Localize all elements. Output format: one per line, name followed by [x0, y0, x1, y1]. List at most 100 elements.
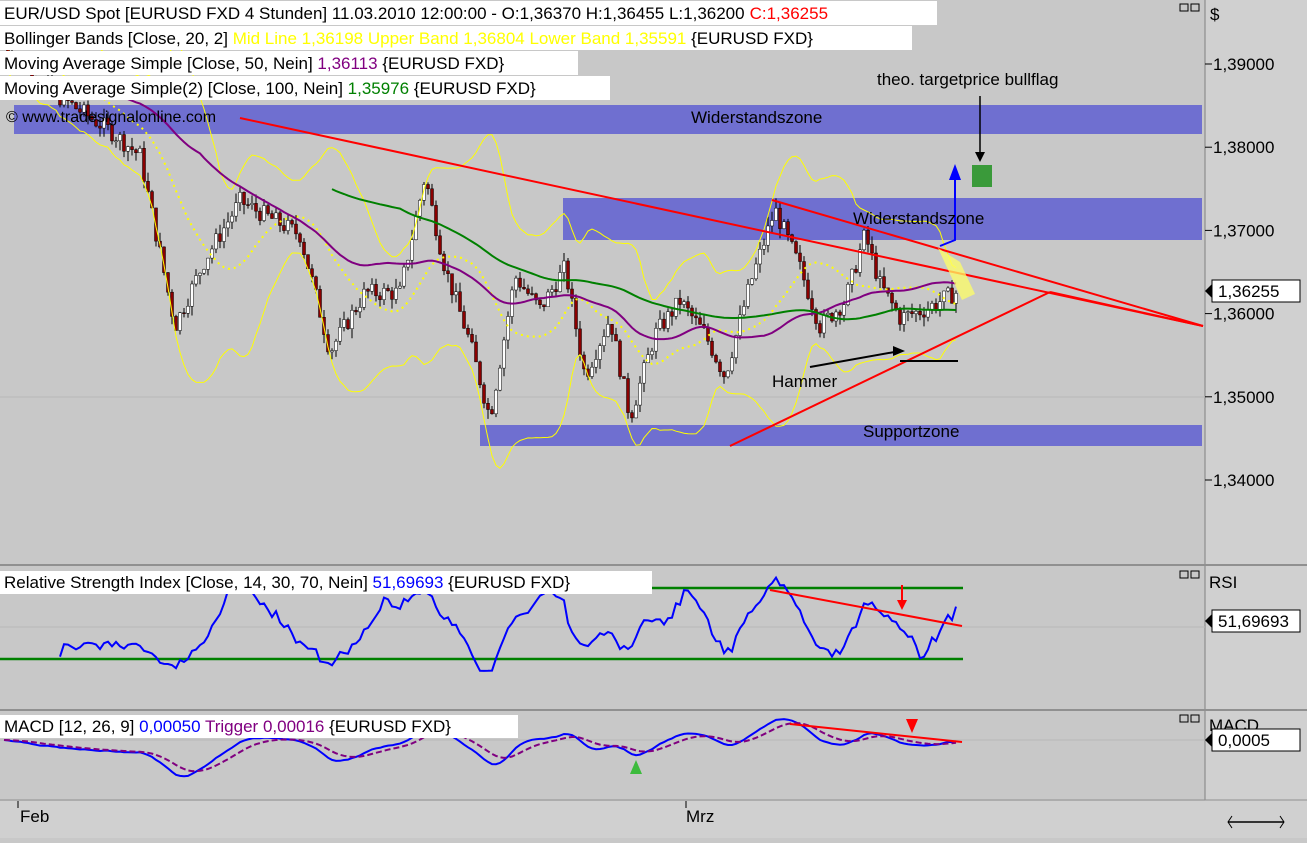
candle-body: [606, 324, 610, 337]
candle-body: [742, 306, 746, 316]
candle-body: [878, 276, 882, 279]
candle-body: [718, 361, 722, 372]
candle-body: [222, 227, 226, 242]
candle-body: [350, 310, 354, 329]
candle-body: [374, 284, 378, 297]
time-label-mrz: Mrz: [686, 807, 714, 826]
candle-body: [838, 311, 842, 316]
price-tick-label: 1,36000: [1213, 305, 1274, 324]
candle-body: [490, 409, 494, 415]
candle-body: [238, 192, 242, 203]
candle-body: [770, 220, 774, 227]
candle-body: [802, 261, 806, 281]
support-zone: [480, 425, 1202, 446]
candle-body: [142, 148, 146, 182]
last-price-text: 1,36255: [1218, 282, 1279, 301]
candle-body: [138, 148, 142, 154]
candle-body: [766, 225, 770, 246]
candle-body: [930, 303, 934, 310]
candle-body: [214, 233, 218, 250]
candle-body: [430, 188, 434, 206]
candle-body: [918, 310, 922, 316]
candle-body: [950, 287, 954, 304]
candle-body: [270, 213, 274, 219]
candle-body: [794, 241, 798, 254]
macd-trigger-value: 0,00016: [263, 717, 324, 736]
candle-body: [890, 292, 894, 304]
target-box: [972, 165, 992, 187]
candle-body: [130, 146, 134, 150]
candle-body: [898, 309, 902, 325]
candle-body: [658, 318, 662, 329]
candle-body: [938, 301, 942, 310]
macd-value-box-text: 0,0005: [1218, 731, 1270, 750]
candle-body: [614, 334, 618, 342]
candle-body: [474, 341, 478, 363]
candle-body: [394, 287, 398, 300]
candle-body: [530, 293, 534, 295]
candle-body: [378, 295, 382, 300]
candle-body: [666, 311, 670, 329]
candle-body: [518, 277, 522, 288]
candle-body: [462, 311, 466, 329]
time-axis-panel: [0, 801, 1307, 838]
candle-body: [774, 207, 778, 221]
candle-body: [362, 288, 366, 308]
chart-window: EUR/USD Spot [EURUSD FXD 4 Stunden] 11.0…: [0, 0, 1307, 838]
price-axis-panel: [1205, 0, 1307, 838]
rsi-suffix: {EURUSD FXD}: [443, 573, 570, 592]
candle-body: [110, 124, 114, 142]
copyright-text: © www.tradesignalonline.com: [6, 109, 216, 126]
candle-body: [866, 229, 870, 245]
candle-body: [454, 291, 458, 296]
candle-body: [682, 301, 686, 305]
rsi-value-box-text: 51,69693: [1218, 612, 1289, 631]
candle-body: [730, 357, 734, 372]
candle-body: [342, 319, 346, 328]
rsi-axis-label: RSI: [1209, 573, 1237, 592]
resistance-mid-label: Widerstandszone: [853, 209, 984, 228]
candle-body: [286, 220, 290, 231]
candle-body: [826, 313, 830, 315]
candle-body: [778, 207, 782, 229]
candle-body: [854, 268, 858, 273]
candle-body: [734, 335, 738, 359]
candle-body: [498, 367, 502, 391]
candle-body: [602, 336, 606, 346]
candle-body: [714, 355, 718, 363]
candle-body: [458, 291, 462, 312]
rsi-value: 51,69693: [373, 573, 444, 592]
candle-body: [358, 307, 362, 313]
macd-suffix: {EURUSD FXD}: [324, 717, 451, 736]
candle-body: [750, 278, 754, 285]
candle-body: [266, 205, 270, 214]
candle-body: [870, 244, 874, 254]
candle-body: [226, 221, 230, 229]
candle-body: [438, 235, 442, 255]
candle-body: [650, 350, 654, 355]
macd-trigger-label: Trigger: [201, 717, 263, 736]
candle-body: [558, 272, 562, 292]
ma50-suffix: {EURUSD FXD}: [378, 54, 505, 73]
candle-body: [882, 276, 886, 289]
candle-body: [446, 270, 450, 274]
candle-body: [198, 272, 202, 276]
candle-body: [486, 402, 490, 410]
support-label: Supportzone: [863, 422, 959, 441]
candle-body: [610, 324, 614, 335]
candle-body: [954, 293, 958, 304]
bollinger-values: Mid Line 1,36198 Upper Band 1,36804 Lowe…: [233, 29, 687, 48]
candle-body: [290, 220, 294, 225]
candle-body: [554, 289, 558, 292]
candle-body: [834, 311, 838, 322]
candle-body: [254, 203, 258, 212]
candle-body: [786, 221, 790, 235]
candle-body: [274, 212, 278, 219]
candle-body: [626, 378, 630, 413]
chart-title: EUR/USD Spot [EURUSD FXD 4 Stunden] 11.0…: [4, 4, 828, 23]
candle-body: [122, 134, 126, 152]
candle-body: [258, 210, 262, 221]
candle-body: [126, 146, 130, 152]
candle-body: [642, 362, 646, 384]
candle-body: [114, 140, 118, 143]
